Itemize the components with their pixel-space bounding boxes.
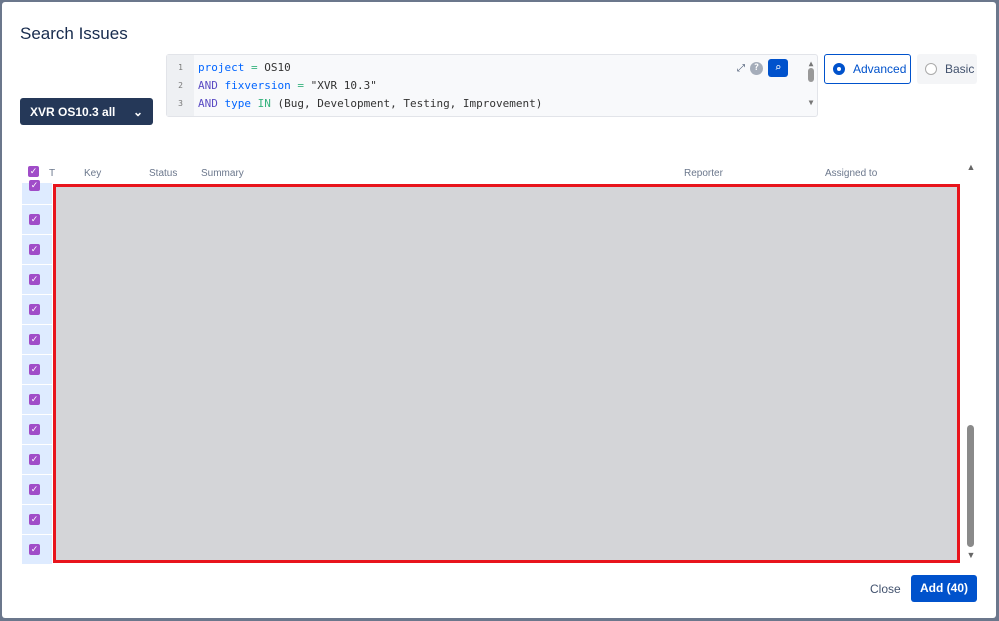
radio-icon — [925, 63, 937, 75]
query-token: fixversion — [224, 79, 291, 92]
redacted-results-area — [53, 184, 960, 563]
row-divider — [22, 384, 52, 385]
basic-mode-toggle[interactable]: Basic — [917, 54, 977, 84]
row-checkbox[interactable]: ✓ — [29, 454, 40, 465]
row-checkbox[interactable]: ✓ — [29, 334, 40, 345]
row-checkbox[interactable]: ✓ — [29, 274, 40, 285]
row-checkbox[interactable]: ✓ — [29, 484, 40, 495]
query-line: AND fixversion = "XVR 10.3" — [198, 79, 377, 92]
radio-selected-icon — [833, 63, 845, 75]
col-key[interactable]: Key — [84, 168, 101, 179]
col-status[interactable]: Status — [149, 168, 177, 179]
col-type[interactable]: T — [49, 168, 55, 179]
line-number: 1 — [178, 63, 183, 72]
row-divider — [22, 564, 52, 565]
row-checkbox[interactable]: ✓ — [29, 304, 40, 315]
query-line: AND type IN (Bug, Development, Testing, … — [198, 97, 542, 110]
expand-icon[interactable]: ⤢ — [737, 63, 745, 74]
query-token: type — [224, 97, 252, 110]
row-divider — [22, 324, 52, 325]
query-token: project — [198, 61, 245, 74]
query-token: = — [290, 79, 311, 92]
row-divider — [22, 234, 52, 235]
col-reporter[interactable]: Reporter — [684, 168, 723, 179]
row-divider — [22, 414, 52, 415]
query-token: OS10 — [264, 61, 291, 74]
row-checkbox[interactable]: ✓ — [29, 214, 40, 225]
query-token: "XVR 10.3" — [310, 79, 377, 92]
query-token: (Bug, Development, Testing, Improvement) — [277, 97, 543, 110]
query-token: AND — [198, 97, 225, 110]
dialog-title: Search Issues — [20, 24, 128, 43]
help-icon[interactable]: ? — [750, 61, 763, 75]
row-checkbox[interactable]: ✓ — [29, 514, 40, 525]
filter-label: XVR OS10.3 all — [30, 105, 116, 119]
line-number: 3 — [178, 99, 183, 108]
results-scrollbar[interactable]: ▲ ▼ — [965, 162, 977, 562]
row-checkbox[interactable]: ✓ — [29, 424, 40, 435]
row-checkbox[interactable]: ✓ — [29, 544, 40, 555]
search-issues-dialog: Search Issues XVR OS10.3 all ⌄ 1 project =… — [2, 2, 996, 618]
query-line: project = OS10 — [198, 61, 291, 74]
row-divider — [22, 534, 52, 535]
select-all-checkbox[interactable]: ✓ — [28, 166, 39, 177]
jql-editor[interactable]: 1 project = OS10 2 AND fixversion = "XVR 10… — [166, 54, 818, 117]
advanced-label: Advanced — [853, 62, 907, 76]
search-button[interactable]: ⌕ — [768, 59, 788, 77]
query-token: AND — [198, 79, 225, 92]
row-checkbox[interactable]: ✓ — [29, 394, 40, 405]
close-button[interactable]: Close — [870, 582, 901, 596]
chevron-down-icon: ⌄ — [132, 105, 143, 119]
row-checkbox[interactable]: ✓ — [29, 364, 40, 375]
saved-filter-dropdown[interactable]: XVR OS10.3 all ⌄ — [20, 98, 153, 125]
line-number: 2 — [178, 81, 183, 90]
row-checkbox[interactable]: ✓ — [29, 244, 40, 255]
scrollbar-thumb[interactable] — [967, 425, 974, 547]
col-summary[interactable]: Summary — [201, 168, 244, 179]
add-button[interactable]: Add (40) — [911, 575, 977, 602]
row-checkbox-column: ✓ ✓ ✓ ✓ ✓ ✓ ✓ ✓ ✓ ✓ ✓ ✓ ✓ — [22, 180, 52, 565]
row-divider — [22, 204, 52, 205]
row-divider — [22, 504, 52, 505]
row-divider — [22, 264, 52, 265]
advanced-mode-toggle[interactable]: Advanced — [824, 54, 911, 84]
row-divider — [22, 444, 52, 445]
row-divider — [22, 294, 52, 295]
query-token: IN — [251, 97, 278, 110]
col-assigned[interactable]: Assigned to — [825, 168, 877, 179]
row-divider — [22, 474, 52, 475]
search-icon: ⌕ — [774, 61, 782, 74]
editor-scrollbar[interactable]: ▲ ▼ — [807, 59, 815, 113]
row-divider — [22, 354, 52, 355]
query-token: = — [244, 61, 265, 74]
basic-label: Basic — [945, 62, 975, 76]
row-checkbox[interactable]: ✓ — [29, 180, 40, 191]
